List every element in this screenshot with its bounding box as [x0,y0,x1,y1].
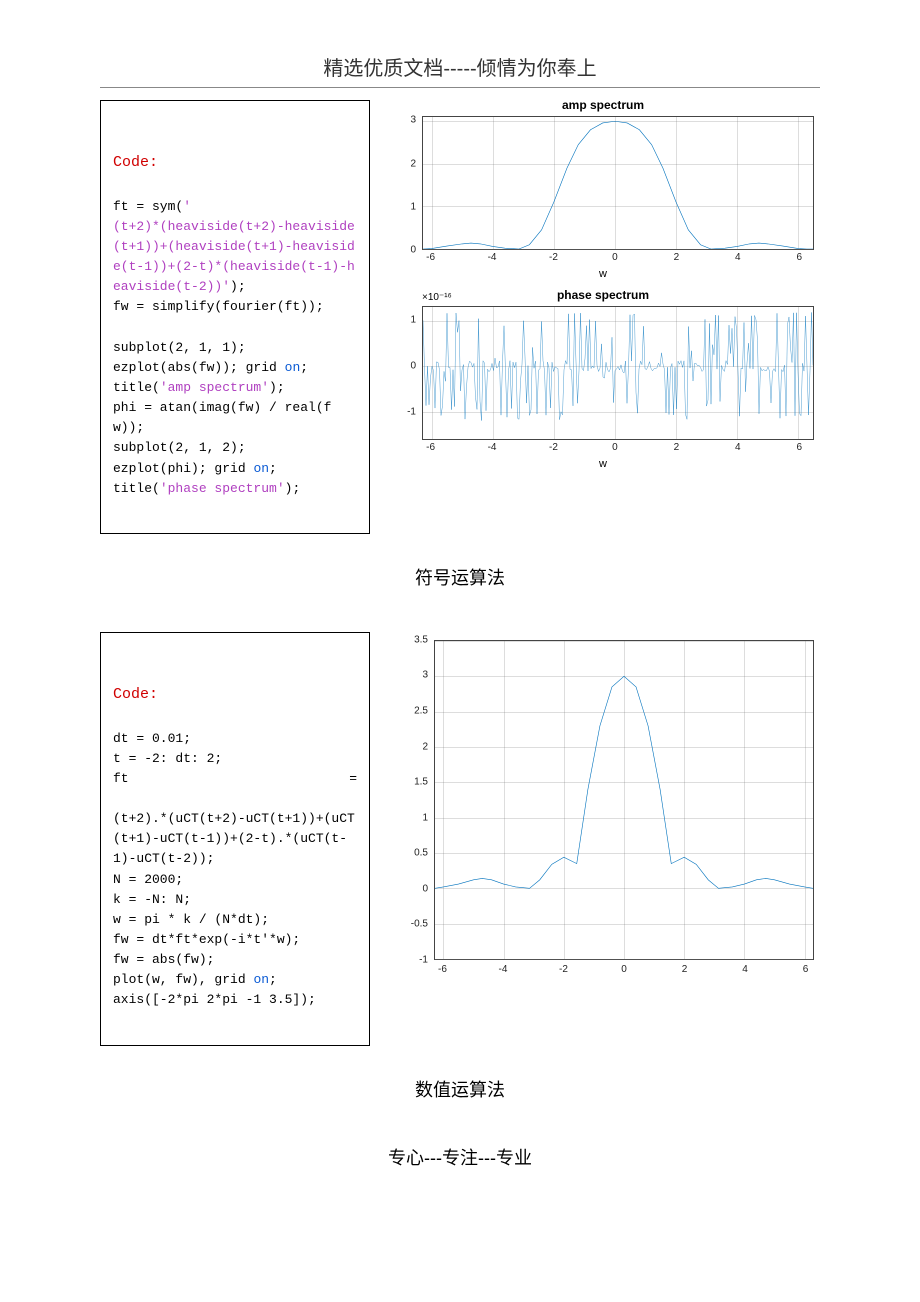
y-axis-ticks: 0123 [386,116,418,250]
exponent-label: ×10⁻¹⁶ [422,292,452,303]
caption-2: 数值运算法 [100,1076,820,1102]
code-label: Code: [113,683,357,706]
code-box-1: Code: ft = sym(' (t+2)*(heaviside(t+2)-h… [100,100,370,534]
chart-column-2: -1-0.500.511.522.533.5 -6-4-20246 [386,632,820,982]
page-footer: 专心---专注---专业 [100,1144,820,1170]
plot-area [434,640,814,960]
header-divider [100,87,820,88]
code-label: Code: [113,151,357,174]
plot-area [422,116,814,250]
x-axis-ticks: -6-4-20246 [422,442,814,456]
chart-phase-spectrum: phase spectrum ×10⁻¹⁶ -101 -6-4-20246 w [386,290,820,470]
y-axis-ticks: -1-0.500.511.522.533.5 [386,640,430,960]
x-axis-label: w [386,268,820,280]
x-axis-ticks: -6-4-20246 [422,252,814,266]
chart-numeric-spectrum: -1-0.500.511.522.533.5 -6-4-20246 [386,632,820,982]
chart-title: amp spectrum [386,98,820,112]
chart-amp-spectrum: amp spectrum 0123 -6-4-20246 w [386,100,820,280]
plot-area [422,306,814,440]
code-box-2: Code: dt = 0.01; t = -2: dt: 2; ft= (t+2… [100,632,370,1046]
section-1: Code: ft = sym(' (t+2)*(heaviside(t+2)-h… [100,100,820,534]
y-axis-ticks: -101 [386,306,418,440]
x-axis-label: w [386,458,820,470]
page-header: 精选优质文档-----倾情为你奉上 [100,52,820,81]
caption-1: 符号运算法 [100,564,820,590]
section-2: Code: dt = 0.01; t = -2: dt: 2; ft= (t+2… [100,632,820,1046]
x-axis-ticks: -6-4-20246 [434,964,814,978]
chart-column-1: amp spectrum 0123 -6-4-20246 w phase spe… [386,100,820,470]
